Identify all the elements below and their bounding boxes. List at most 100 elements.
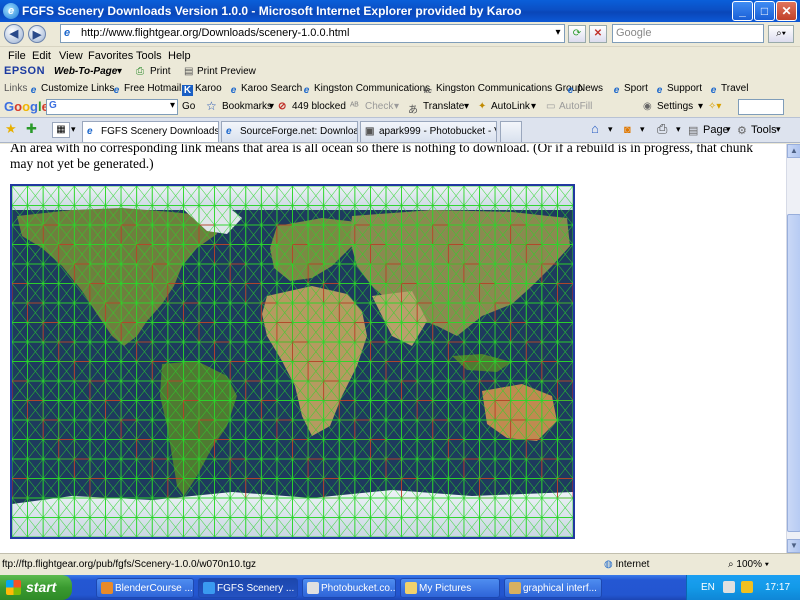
settings-dropdown-icon[interactable]: ▾ <box>698 101 703 112</box>
link-travel[interactable]: e Travel <box>708 83 749 96</box>
home-icon[interactable]: ⌂ <box>591 121 599 136</box>
link-kingston-communications-group[interactable]: kc Kingston Communications Group <box>422 83 583 97</box>
address-input[interactable]: e http://www.flightgear.org/Downloads/sc… <box>60 24 565 43</box>
menu-edit[interactable]: Edit <box>32 50 51 62</box>
extension-icon[interactable]: ✧▾ <box>708 101 721 112</box>
translate-button[interactable]: Translate <box>423 101 464 112</box>
autolink-button[interactable]: AutoLink <box>491 101 530 112</box>
world-map-image[interactable] <box>12 186 573 537</box>
tools-dropdown-icon[interactable]: ▾ <box>776 124 781 135</box>
print-preview-button[interactable]: Print Preview <box>197 66 256 77</box>
link-karoo[interactable]: K Karoo <box>182 83 222 96</box>
start-button[interactable]: start <box>0 575 72 600</box>
menu-help[interactable]: Help <box>168 50 191 62</box>
link-kingston-communications[interactable]: e Kingston Communications <box>301 83 430 96</box>
tab-sourceforge[interactable]: e SourceForge.net: Downloadi... <box>221 121 358 142</box>
quick-tabs-icon[interactable]: ▦ <box>52 122 70 138</box>
menu-view[interactable]: View <box>59 50 83 62</box>
web-to-page-button[interactable]: Web-To-Page <box>54 66 117 77</box>
add-favorites-icon[interactable]: ✚ <box>26 121 37 137</box>
stop-icon[interactable]: ✕ <box>589 25 607 43</box>
tray-icon[interactable] <box>723 581 735 593</box>
settings-button[interactable]: Settings <box>657 101 693 112</box>
link-customize-links[interactable]: e Customize Links <box>28 83 115 96</box>
ie-logo-icon: e <box>3 3 19 19</box>
gear-icon: ⚙ <box>737 125 747 137</box>
status-bar: ftp://ftp.flightgear.org/pub/fgfs/Scener… <box>0 553 800 575</box>
task-label: My Pictures <box>419 583 472 594</box>
zone-label: Internet <box>615 559 650 570</box>
refresh-icon[interactable]: ⟳ <box>568 25 586 43</box>
feeds-dropdown-icon[interactable]: ▾ <box>640 124 645 135</box>
menu-tools[interactable]: Tools <box>136 50 162 62</box>
tools-menu-button[interactable]: Tools <box>751 124 777 136</box>
web-to-page-dropdown-icon[interactable]: ▾ <box>117 66 122 77</box>
task-fgfs-scenery[interactable]: FGFS Scenery ... <box>198 578 298 598</box>
google-search-input[interactable]: G ▾ <box>46 99 178 115</box>
print-icon[interactable]: ⎙ <box>657 121 667 137</box>
clock: 17:17 <box>765 582 791 593</box>
link-news[interactable]: e News <box>565 83 603 96</box>
page-icon: e <box>64 27 71 39</box>
task-photobucket[interactable]: Photobucket.co... <box>302 578 396 598</box>
zoom-control[interactable]: ⌕ 100% ▾ <box>728 559 769 570</box>
task-blendercourse[interactable]: BlenderCourse ... <box>96 578 194 598</box>
forward-button[interactable]: ▶ <box>28 25 46 43</box>
link-label: Free Hotmail <box>124 83 182 94</box>
vertical-scrollbar[interactable]: ▲ ▼ <box>786 144 800 553</box>
check-button[interactable]: Check <box>365 101 393 112</box>
zoom-icon: ⌕ <box>728 559 734 570</box>
link-label: Karoo Search <box>241 83 303 94</box>
link-free-hotmail[interactable]: e Free Hotmail <box>111 83 182 96</box>
favorites-star-icon[interactable]: ★ <box>5 121 17 137</box>
toolbar-right-input[interactable] <box>738 99 784 115</box>
page-menu-button[interactable]: Page <box>703 124 729 136</box>
scroll-thumb[interactable] <box>787 214 800 532</box>
link-karoo-search[interactable]: e Karoo Search <box>228 83 302 96</box>
address-dropdown-icon[interactable]: ▾ <box>549 25 567 43</box>
translate-dropdown-icon[interactable]: ▾ <box>464 101 469 112</box>
feeds-icon[interactable]: ◙ <box>624 124 631 136</box>
link-support[interactable]: e Support <box>654 83 702 96</box>
language-indicator[interactable]: EN <box>701 582 715 593</box>
new-tab-button[interactable] <box>500 121 522 142</box>
scroll-down-button[interactable]: ▼ <box>787 539 800 553</box>
autolink-dropdown-icon[interactable]: ▾ <box>531 101 536 112</box>
photobucket-icon: ▣ <box>365 126 375 137</box>
link-label: Sport <box>624 83 648 94</box>
search-icon[interactable]: ⌕▾ <box>768 25 794 43</box>
karoo-icon: K <box>182 85 193 96</box>
print-button[interactable]: Print <box>150 66 171 77</box>
autofill-button[interactable]: AutoFill <box>559 101 592 112</box>
links-bar: Links e Customize Links e Free Hotmail K Ka… <box>0 80 800 97</box>
scroll-up-button[interactable]: ▲ <box>787 144 800 158</box>
tab-photobucket[interactable]: ▣ apark999 - Photobucket - Vid... <box>360 121 497 142</box>
page-dropdown-icon[interactable]: ▾ <box>726 124 731 135</box>
menu-favorites[interactable]: Favorites <box>88 50 133 62</box>
volume-icon[interactable] <box>741 581 753 593</box>
ie-icon <box>203 582 215 594</box>
back-button[interactable]: ◀ <box>4 24 24 44</box>
popups-blocked-button[interactable]: 449 blocked <box>292 101 346 112</box>
task-my-pictures[interactable]: My Pictures <box>400 578 500 598</box>
menu-file[interactable]: File <box>8 50 26 62</box>
tab-row: ★ ✚ ▦ ▾ e FGFS Scenery Downloads ... e S… <box>0 117 800 143</box>
search-input[interactable]: Google <box>612 24 764 43</box>
task-graphical-interface[interactable]: graphical interf... <box>504 578 602 598</box>
maximize-button[interactable]: □ <box>754 1 775 21</box>
close-button[interactable]: ✕ <box>776 1 797 21</box>
print-dropdown-icon[interactable]: ▾ <box>676 124 681 135</box>
link-label: Customize Links <box>41 83 115 94</box>
home-dropdown-icon[interactable]: ▾ <box>608 124 613 135</box>
minimize-button[interactable]: _ <box>732 1 753 21</box>
scenery-world-map[interactable] <box>10 184 575 539</box>
check-dropdown-icon[interactable]: ▾ <box>394 101 399 112</box>
tab-fgfs-scenery[interactable]: e FGFS Scenery Downloads ... <box>82 121 219 142</box>
tab-list-dropdown-icon[interactable]: ▾ <box>71 124 76 135</box>
bookmarks-button[interactable]: Bookmarks <box>222 101 272 112</box>
chevron-down-icon[interactable]: ▾ <box>170 100 177 111</box>
google-go-button[interactable]: Go <box>182 101 195 112</box>
ie-page-icon: e <box>567 85 574 96</box>
bookmarks-dropdown-icon[interactable]: ▾ <box>269 101 274 112</box>
link-sport[interactable]: e Sport <box>611 83 648 96</box>
